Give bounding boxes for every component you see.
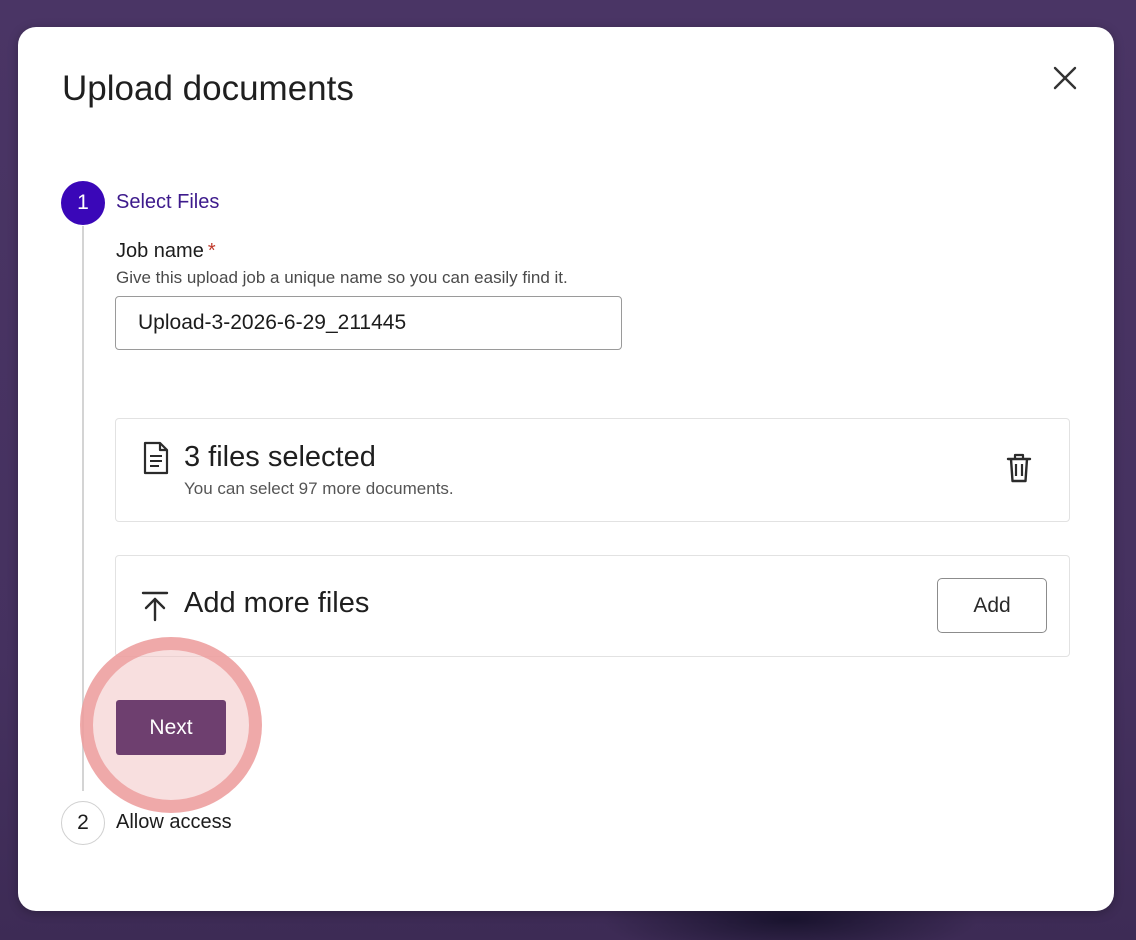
required-marker: *: [207, 240, 216, 262]
files-selected-title: 3 files selected: [184, 441, 376, 473]
document-icon: [143, 441, 169, 475]
add-files-card: Add more files Add: [115, 555, 1070, 657]
add-button[interactable]: Add: [937, 578, 1047, 633]
upload-documents-dialog: Upload documents 1 Select Files Job name…: [18, 27, 1114, 911]
step-2-label: Allow access: [116, 811, 232, 833]
selected-files-card: 3 files selected You can select 97 more …: [115, 418, 1070, 522]
trash-icon: [1006, 453, 1032, 483]
next-button[interactable]: Next: [116, 700, 226, 755]
remove-files-button[interactable]: [999, 448, 1039, 488]
dialog-title: Upload documents: [62, 69, 354, 108]
step-1-indicator: 1: [61, 181, 105, 225]
job-name-help: Give this upload job a unique name so yo…: [116, 268, 568, 287]
close-icon: [1053, 66, 1077, 90]
files-remaining-note: You can select 97 more documents.: [184, 479, 454, 498]
job-name-label: Job name *: [116, 240, 216, 263]
job-name-input[interactable]: [115, 296, 622, 350]
add-more-files-title: Add more files: [184, 587, 370, 619]
close-button[interactable]: [1046, 59, 1084, 97]
step-2-indicator: 2: [61, 801, 105, 845]
upload-icon: [141, 591, 169, 622]
job-name-label-text: Job name: [116, 240, 204, 262]
step-1-label: Select Files: [116, 191, 220, 213]
